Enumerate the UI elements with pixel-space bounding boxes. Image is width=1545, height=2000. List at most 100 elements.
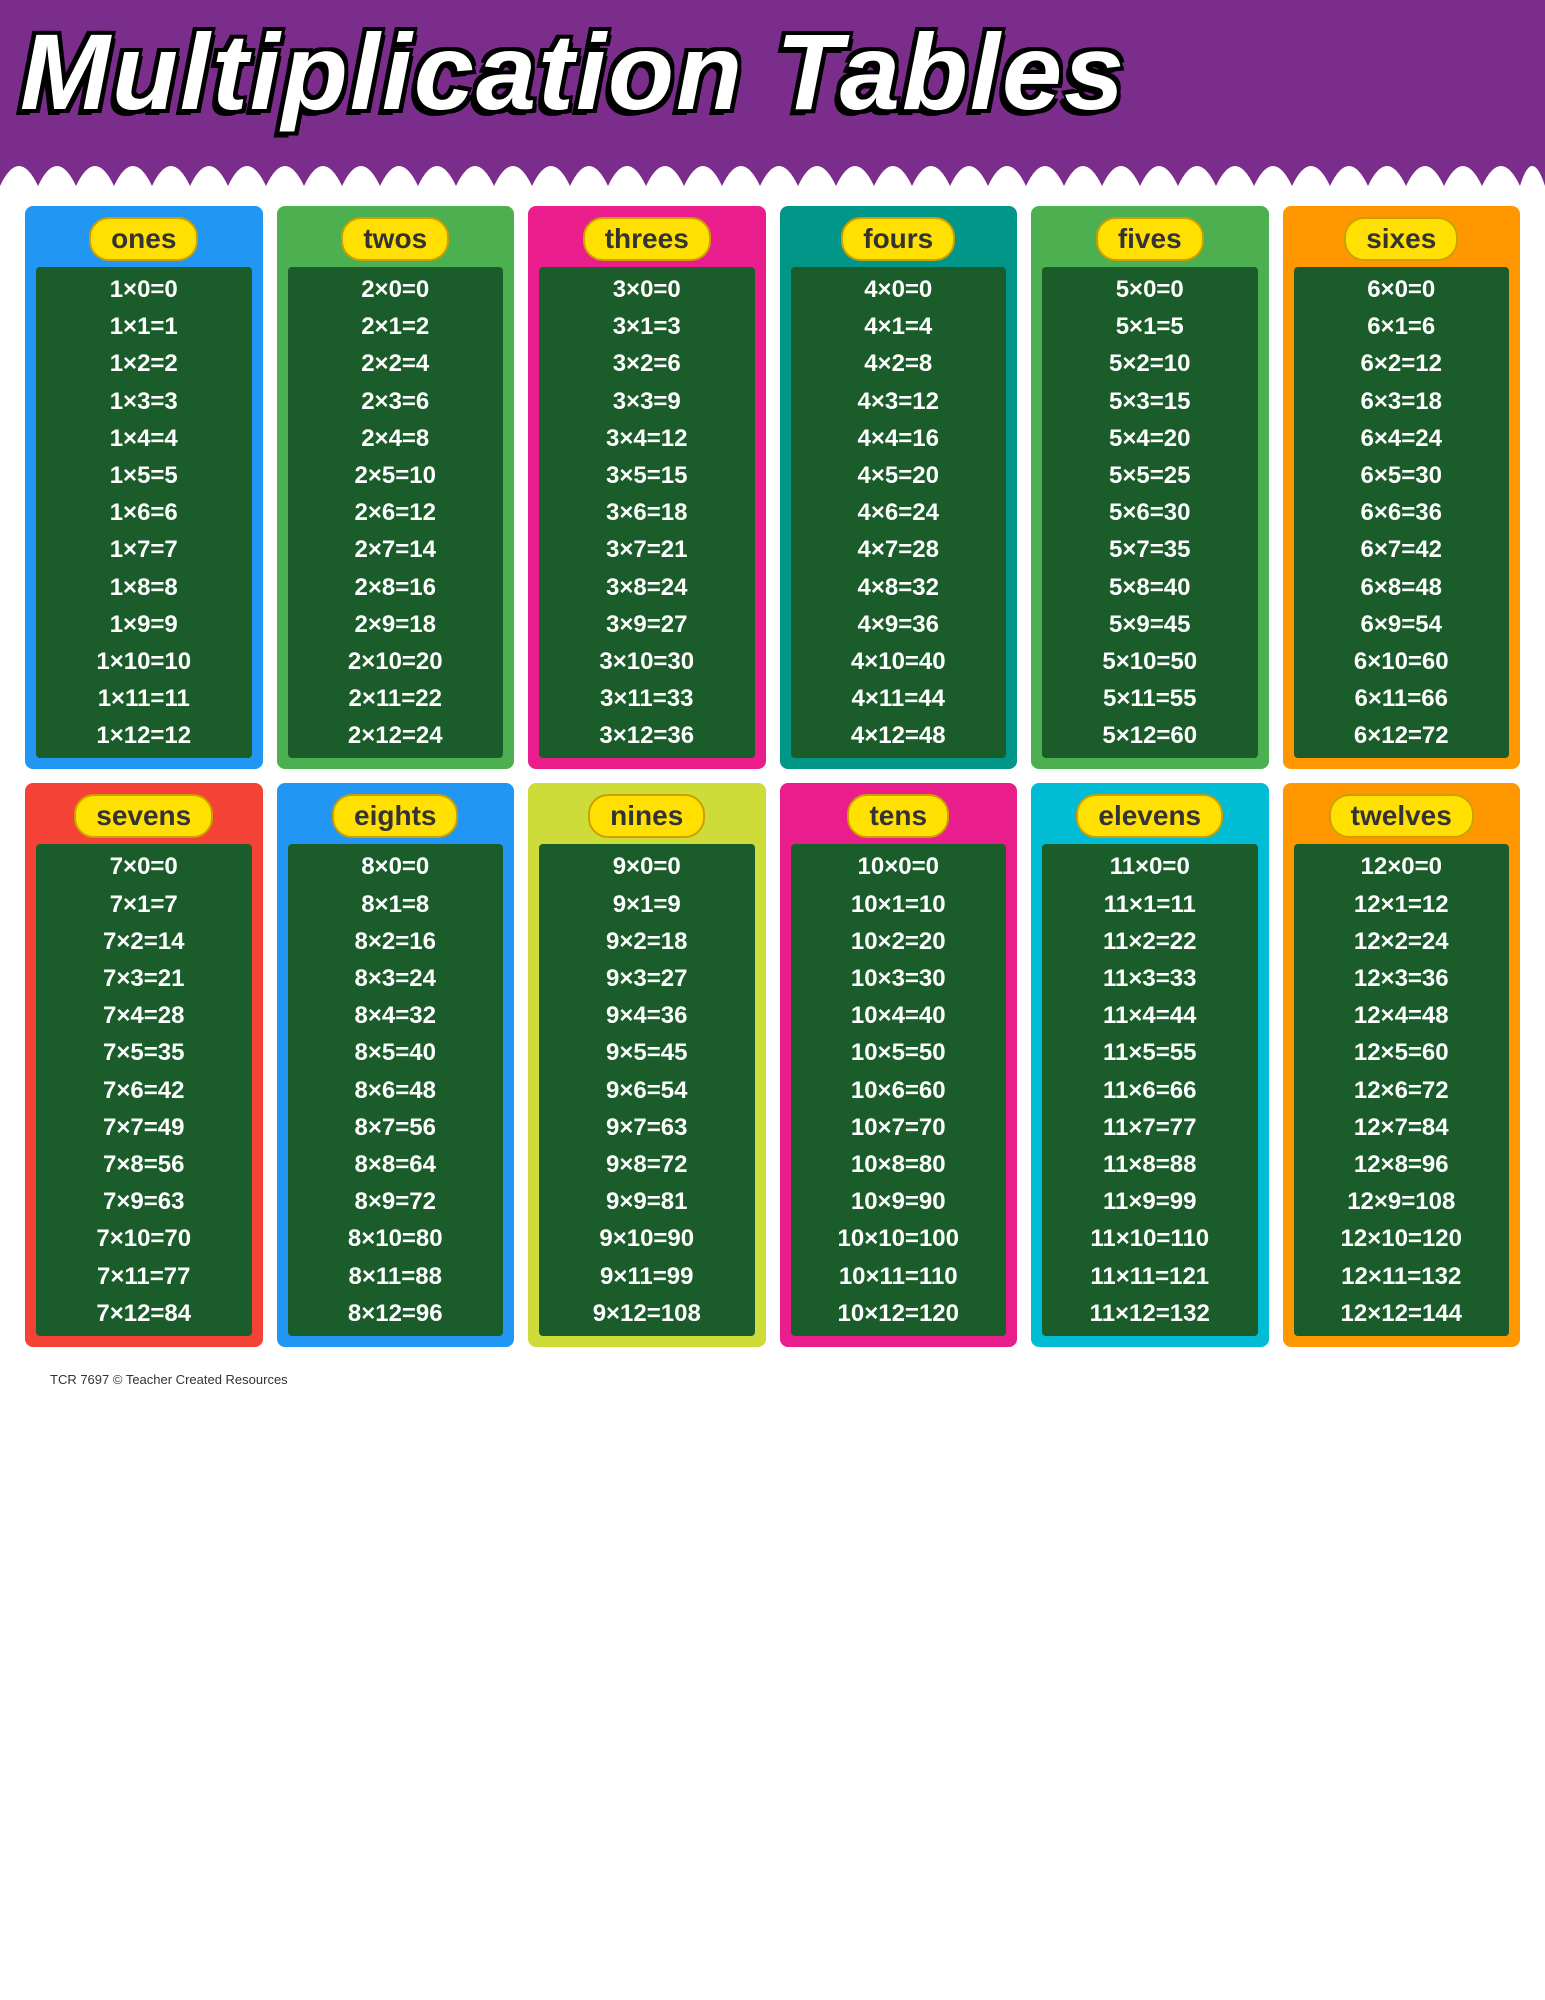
table-card-eights: eights8×0=08×1=88×2=168×3=248×4=328×5=40… (277, 783, 515, 1346)
table-row: 11×7=77 (1050, 1109, 1250, 1146)
table-row: 3×9=27 (547, 606, 747, 643)
table-row: 11×12=132 (1050, 1295, 1250, 1332)
table-inner-twelves: 12×0=012×1=1212×2=2412×3=3612×4=4812×5=6… (1294, 844, 1510, 1335)
table-row: 3×2=6 (547, 345, 747, 382)
table-row: 4×10=40 (799, 643, 999, 680)
table-row: 11×1=11 (1050, 886, 1250, 923)
table-row: 9×12=108 (547, 1295, 747, 1332)
table-row: 7×10=70 (44, 1220, 244, 1257)
table-label-elevens: elevens (1076, 794, 1223, 838)
table-label-sixes: sixes (1344, 217, 1458, 261)
table-row: 12×7=84 (1302, 1109, 1502, 1146)
table-row: 10×7=70 (799, 1109, 999, 1146)
table-row: 1×10=10 (44, 643, 244, 680)
table-row: 10×8=80 (799, 1146, 999, 1183)
table-row: 9×2=18 (547, 923, 747, 960)
table-row: 7×7=49 (44, 1109, 244, 1146)
table-row: 9×4=36 (547, 997, 747, 1034)
table-row: 3×10=30 (547, 643, 747, 680)
table-row: 8×9=72 (296, 1183, 496, 1220)
table-row: 8×6=48 (296, 1072, 496, 1109)
table-inner-fives: 5×0=05×1=55×2=105×3=155×4=205×5=255×6=30… (1042, 267, 1258, 758)
table-row: 11×5=55 (1050, 1034, 1250, 1071)
table-row: 9×6=54 (547, 1072, 747, 1109)
table-label-tens: tens (847, 794, 949, 838)
table-row: 5×1=5 (1050, 308, 1250, 345)
table-row: 5×6=30 (1050, 494, 1250, 531)
table-row: 1×0=0 (44, 271, 244, 308)
table-row: 1×6=6 (44, 494, 244, 531)
table-row: 1×3=3 (44, 383, 244, 420)
table-row: 8×7=56 (296, 1109, 496, 1146)
table-row: 2×11=22 (296, 680, 496, 717)
table-row: 2×2=4 (296, 345, 496, 382)
table-row: 6×12=72 (1302, 717, 1502, 754)
table-row: 2×6=12 (296, 494, 496, 531)
footer-text: TCR 7697 © Teacher Created Resources (25, 1367, 1520, 1392)
table-row: 12×12=144 (1302, 1295, 1502, 1332)
table-row: 6×10=60 (1302, 643, 1502, 680)
table-row: 3×8=24 (547, 569, 747, 606)
table-card-elevens: elevens11×0=011×1=1111×2=2211×3=3311×4=4… (1031, 783, 1269, 1346)
table-row: 7×8=56 (44, 1146, 244, 1183)
table-row: 2×0=0 (296, 271, 496, 308)
table-inner-tens: 10×0=010×1=1010×2=2010×3=3010×4=4010×5=5… (791, 844, 1007, 1335)
table-row: 10×0=0 (799, 848, 999, 885)
table-row: 12×6=72 (1302, 1072, 1502, 1109)
scallop-svg (0, 136, 1545, 186)
table-row: 9×8=72 (547, 1146, 747, 1183)
table-row: 5×5=25 (1050, 457, 1250, 494)
table-row: 3×4=12 (547, 420, 747, 457)
table-card-nines: nines9×0=09×1=99×2=189×3=279×4=369×5=459… (528, 783, 766, 1346)
table-row: 4×2=8 (799, 345, 999, 382)
table-row: 8×3=24 (296, 960, 496, 997)
table-row: 6×2=12 (1302, 345, 1502, 382)
table-row: 5×8=40 (1050, 569, 1250, 606)
header-section: Multiplication Tables (0, 0, 1545, 136)
table-row: 3×5=15 (547, 457, 747, 494)
table-row: 8×4=32 (296, 997, 496, 1034)
table-card-fours: fours4×0=04×1=44×2=84×3=124×4=164×5=204×… (780, 206, 1018, 769)
table-row: 10×3=30 (799, 960, 999, 997)
table-row: 1×12=12 (44, 717, 244, 754)
table-row: 9×7=63 (547, 1109, 747, 1146)
table-row: 1×5=5 (44, 457, 244, 494)
table-row: 12×0=0 (1302, 848, 1502, 885)
table-row: 7×1=7 (44, 886, 244, 923)
table-inner-fours: 4×0=04×1=44×2=84×3=124×4=164×5=204×6=244… (791, 267, 1007, 758)
table-row: 11×11=121 (1050, 1258, 1250, 1295)
table-row: 5×10=50 (1050, 643, 1250, 680)
table-row: 12×4=48 (1302, 997, 1502, 1034)
tables-grid: ones1×0=01×1=11×2=21×3=31×4=41×5=51×6=61… (25, 206, 1520, 1347)
table-row: 4×8=32 (799, 569, 999, 606)
table-row: 4×5=20 (799, 457, 999, 494)
table-card-tens: tens 10×0=010×1=1010×2=2010×3=3010×4=4010… (780, 783, 1018, 1346)
table-inner-ones: 1×0=01×1=11×2=21×3=31×4=41×5=51×6=61×7=7… (36, 267, 252, 758)
table-card-sevens: sevens7×0=07×1=77×2=147×3=217×4=287×5=35… (25, 783, 263, 1346)
table-row: 8×2=16 (296, 923, 496, 960)
table-row: 4×7=28 (799, 531, 999, 568)
table-row: 9×9=81 (547, 1183, 747, 1220)
table-inner-eights: 8×0=08×1=88×2=168×3=248×4=328×5=408×6=48… (288, 844, 504, 1335)
table-row: 12×9=108 (1302, 1183, 1502, 1220)
table-row: 8×10=80 (296, 1220, 496, 1257)
table-row: 4×1=4 (799, 308, 999, 345)
table-label-threes: threes (583, 217, 711, 261)
table-row: 10×1=10 (799, 886, 999, 923)
table-row: 8×11=88 (296, 1258, 496, 1295)
table-row: 8×8=64 (296, 1146, 496, 1183)
table-row: 5×2=10 (1050, 345, 1250, 382)
table-row: 1×9=9 (44, 606, 244, 643)
table-row: 10×5=50 (799, 1034, 999, 1071)
table-row: 11×10=110 (1050, 1220, 1250, 1257)
table-inner-sixes: 6×0=06×1=66×2=126×3=186×4=246×5=306×6=36… (1294, 267, 1510, 758)
table-row: 11×4=44 (1050, 997, 1250, 1034)
table-row: 10×9=90 (799, 1183, 999, 1220)
table-row: 5×3=15 (1050, 383, 1250, 420)
table-inner-twos: 2×0=02×1=22×2=42×3=62×4=82×5=102×6=122×7… (288, 267, 504, 758)
table-row: 6×4=24 (1302, 420, 1502, 457)
table-row: 3×12=36 (547, 717, 747, 754)
table-row: 11×0=0 (1050, 848, 1250, 885)
table-row: 10×4=40 (799, 997, 999, 1034)
table-row: 10×11=110 (799, 1258, 999, 1295)
